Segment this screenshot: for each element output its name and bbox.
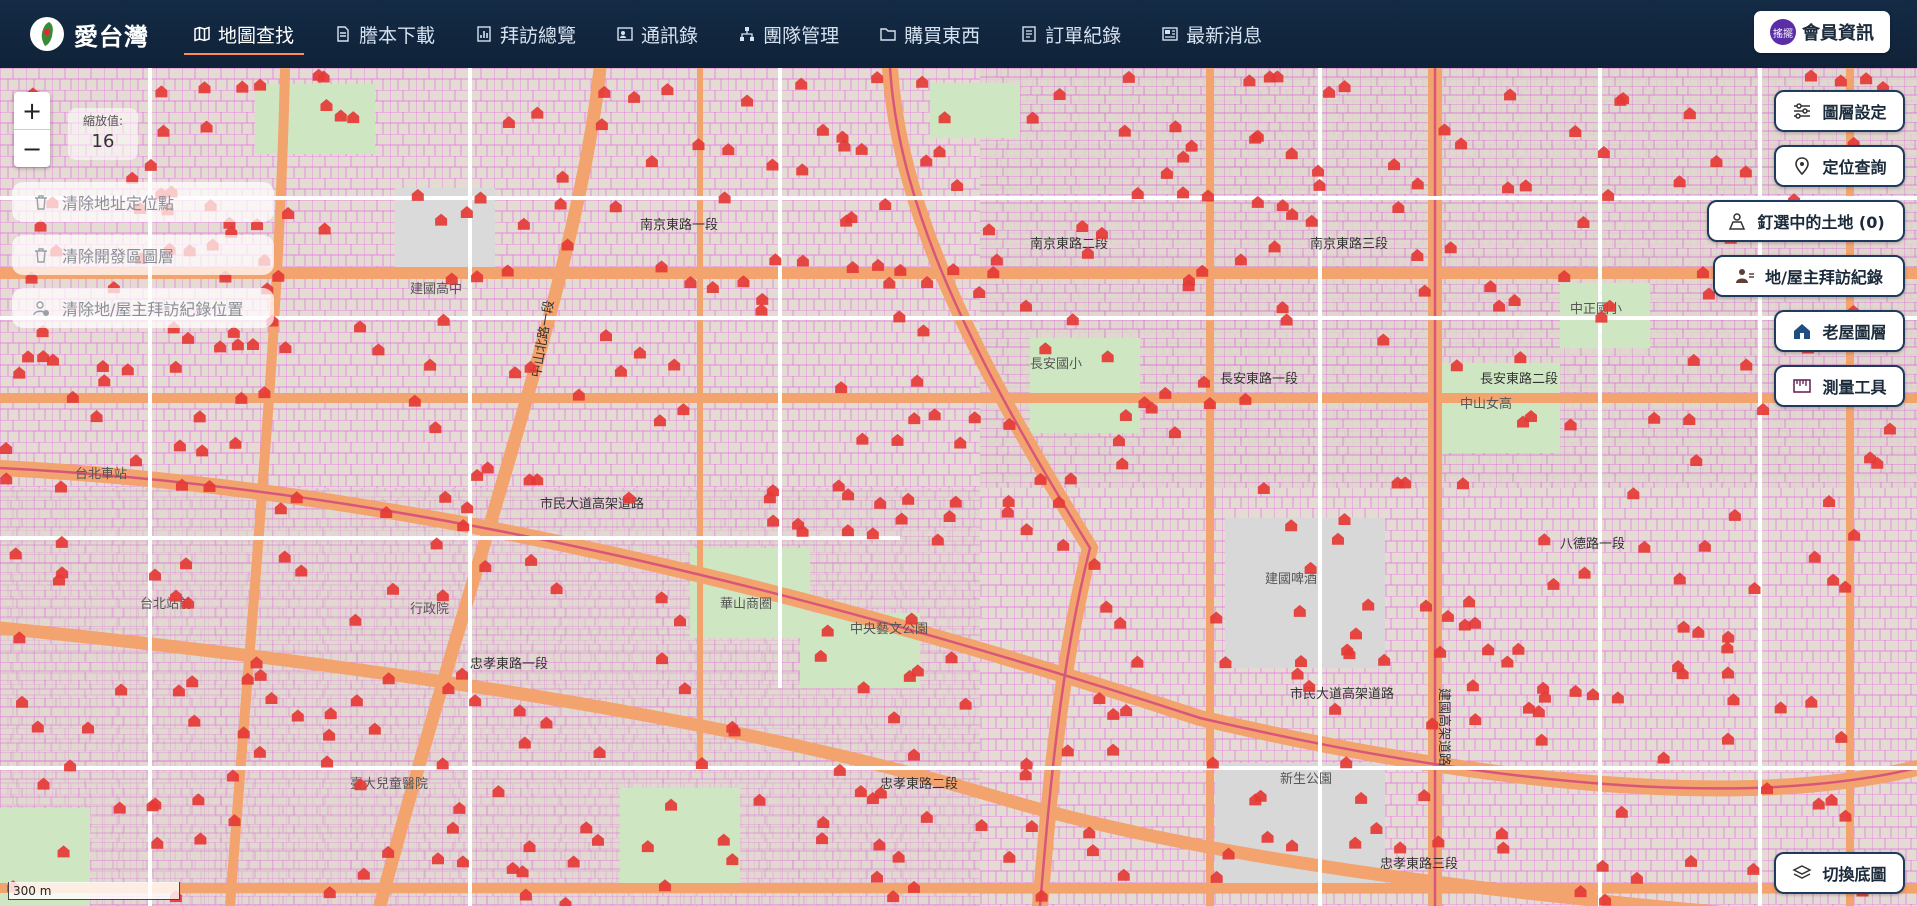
zoom-level-value: 16 (91, 131, 115, 152)
button-label: 地/屋主拜訪紀錄 (1765, 268, 1883, 287)
svg-text:忠孝東路二段: 忠孝東路二段 (880, 776, 958, 792)
nav-label: 通訊錄 (641, 24, 699, 47)
nav-label: 地圖查找 (218, 24, 295, 47)
svg-text:忠孝東路三段: 忠孝東路三段 (1380, 856, 1458, 872)
map-canvas[interactable]: 南京東路一段 南京東路二段 南京東路三段 長安東路一段 長安東路二段 市民大道高… (0, 68, 1917, 906)
svg-text:華山商圈: 華山商圈 (720, 597, 772, 612)
avatar: 搖擺 (1770, 19, 1796, 45)
old-house-layer-button[interactable]: 老屋圖層 (1774, 310, 1905, 352)
layers-icon (1792, 865, 1813, 879)
team-icon (740, 27, 755, 41)
button-label: 清除地址定位點 (62, 194, 175, 213)
sliders-icon (1794, 103, 1811, 119)
svg-text:建國高架道路: 建國高架道路 (1436, 688, 1452, 766)
nav-label: 團隊管理 (763, 24, 840, 47)
svg-text:行政院: 行政院 (410, 602, 449, 617)
nav-visit-overview[interactable]: 拜訪總覽 (466, 0, 586, 68)
button-label: 定位查詢 (1822, 158, 1887, 177)
nav-latest-news[interactable]: 最新消息 (1152, 0, 1272, 68)
svg-text:中山女高: 中山女高 (1460, 396, 1512, 412)
owner-visit-record-button[interactable]: 地/屋主拜訪紀錄 (1713, 255, 1905, 297)
house-icon (1794, 324, 1811, 339)
nav-menu: 地圖查找 謄本下載 拜訪總覽 通訊錄 團隊管理 購買東西 訂單紀錄 最新消息 (184, 0, 1293, 68)
nav-map-search[interactable]: 地圖查找 (184, 0, 305, 68)
contact-card-icon (617, 27, 633, 41)
top-navbar: 愛台灣 地圖查找 謄本下載 拜訪總覽 通訊錄 團隊管理 購買東西 訂單紀錄 最新… (0, 0, 1917, 68)
svg-text:南京東路一段: 南京東路一段 (640, 217, 718, 233)
button-label: 測量工具 (1822, 378, 1887, 397)
svg-text:台北車站: 台北車站 (75, 467, 127, 482)
clear-visit-record-location-button[interactable]: 清除地/屋主拜訪紀錄位置 (12, 288, 274, 328)
pinned-land-button[interactable]: 釘選中的土地 (0) (1707, 200, 1905, 242)
button-label: 老屋圖層 (1822, 323, 1887, 342)
nav-label: 購買東西 (904, 24, 981, 47)
nav-purchase[interactable]: 購買東西 (870, 0, 990, 68)
switch-basemap-button[interactable]: 切換底圖 (1774, 852, 1905, 894)
nav-label: 最新消息 (1186, 24, 1263, 47)
ruler-icon (1793, 379, 1812, 393)
basemap: 南京東路一段 南京東路二段 南京東路三段 長安東路一段 長安東路二段 市民大道高… (0, 68, 1917, 906)
button-label: 清除地/屋主拜訪紀錄位置 (62, 300, 244, 319)
brand[interactable]: 愛台灣 (30, 17, 180, 52)
document-icon (337, 26, 349, 42)
svg-text:長安國小: 長安國小 (1030, 357, 1082, 372)
zoom-level-display: 縮放值: 16 (68, 108, 138, 160)
nav-label: 拜訪總覽 (500, 24, 577, 47)
brand-name: 愛台灣 (74, 22, 149, 51)
nav-transcript-download[interactable]: 謄本下載 (325, 0, 445, 68)
svg-text:八德路一段: 八德路一段 (1560, 536, 1625, 552)
zoom-level-label: 縮放值: (82, 114, 124, 128)
location-pin-icon (1795, 157, 1810, 176)
member-info-button[interactable]: 搖擺 會員資訊 (1754, 11, 1890, 53)
trash-icon (35, 195, 47, 210)
folder-icon (880, 28, 896, 41)
button-label: 清除開發區圖層 (62, 247, 175, 266)
scale-bar: 300 m (8, 882, 180, 900)
nav-label: 謄本下載 (359, 24, 436, 47)
nav-label: 訂單紀錄 (1045, 24, 1122, 47)
svg-text:新生公園: 新生公園 (1280, 771, 1332, 787)
measure-tool-button[interactable]: 測量工具 (1774, 365, 1905, 407)
chart-icon (477, 26, 491, 42)
member-info-label: 會員資訊 (1802, 23, 1874, 44)
zoom-in-button[interactable]: + (14, 92, 50, 130)
receipt-icon (1022, 26, 1036, 42)
layer-settings-button[interactable]: 圖層設定 (1774, 90, 1905, 132)
nav-team-management[interactable]: 團隊管理 (729, 0, 849, 68)
button-label: 圖層設定 (1822, 103, 1887, 122)
svg-text:長安東路一段: 長安東路一段 (1220, 371, 1298, 387)
location-search-button[interactable]: 定位查詢 (1774, 145, 1905, 187)
clear-development-layer-button[interactable]: 清除開發區圖層 (12, 235, 274, 275)
button-label: 釘選中的土地 (0) (1757, 213, 1885, 232)
nav-order-records[interactable]: 訂單紀錄 (1011, 0, 1131, 68)
clear-address-pin-button[interactable]: 清除地址定位點 (12, 182, 274, 222)
user-record-icon (1736, 269, 1755, 283)
newspaper-icon (1162, 27, 1178, 41)
button-label: 切換底圖 (1822, 865, 1887, 884)
svg-text:長安東路二段: 長安東路二段 (1480, 371, 1558, 387)
zoom-out-button[interactable]: − (14, 130, 50, 167)
svg-text:忠孝東路一段: 忠孝東路一段 (470, 656, 548, 672)
svg-text:建國啤酒: 建國啤酒 (1265, 572, 1317, 587)
app-root: 愛台灣 地圖查找 謄本下載 拜訪總覽 通訊錄 團隊管理 購買東西 訂單紀錄 最新… (0, 0, 1917, 906)
nav-contacts[interactable]: 通訊錄 (607, 0, 708, 68)
taiwan-island-logo (30, 17, 64, 51)
map-icon (194, 26, 210, 42)
zoom-control: + − (14, 92, 50, 167)
person-pin-icon (1729, 213, 1746, 230)
trash-icon (35, 248, 47, 263)
svg-text:南京東路三段: 南京東路三段 (1310, 236, 1388, 252)
user-remove-icon (33, 301, 49, 316)
